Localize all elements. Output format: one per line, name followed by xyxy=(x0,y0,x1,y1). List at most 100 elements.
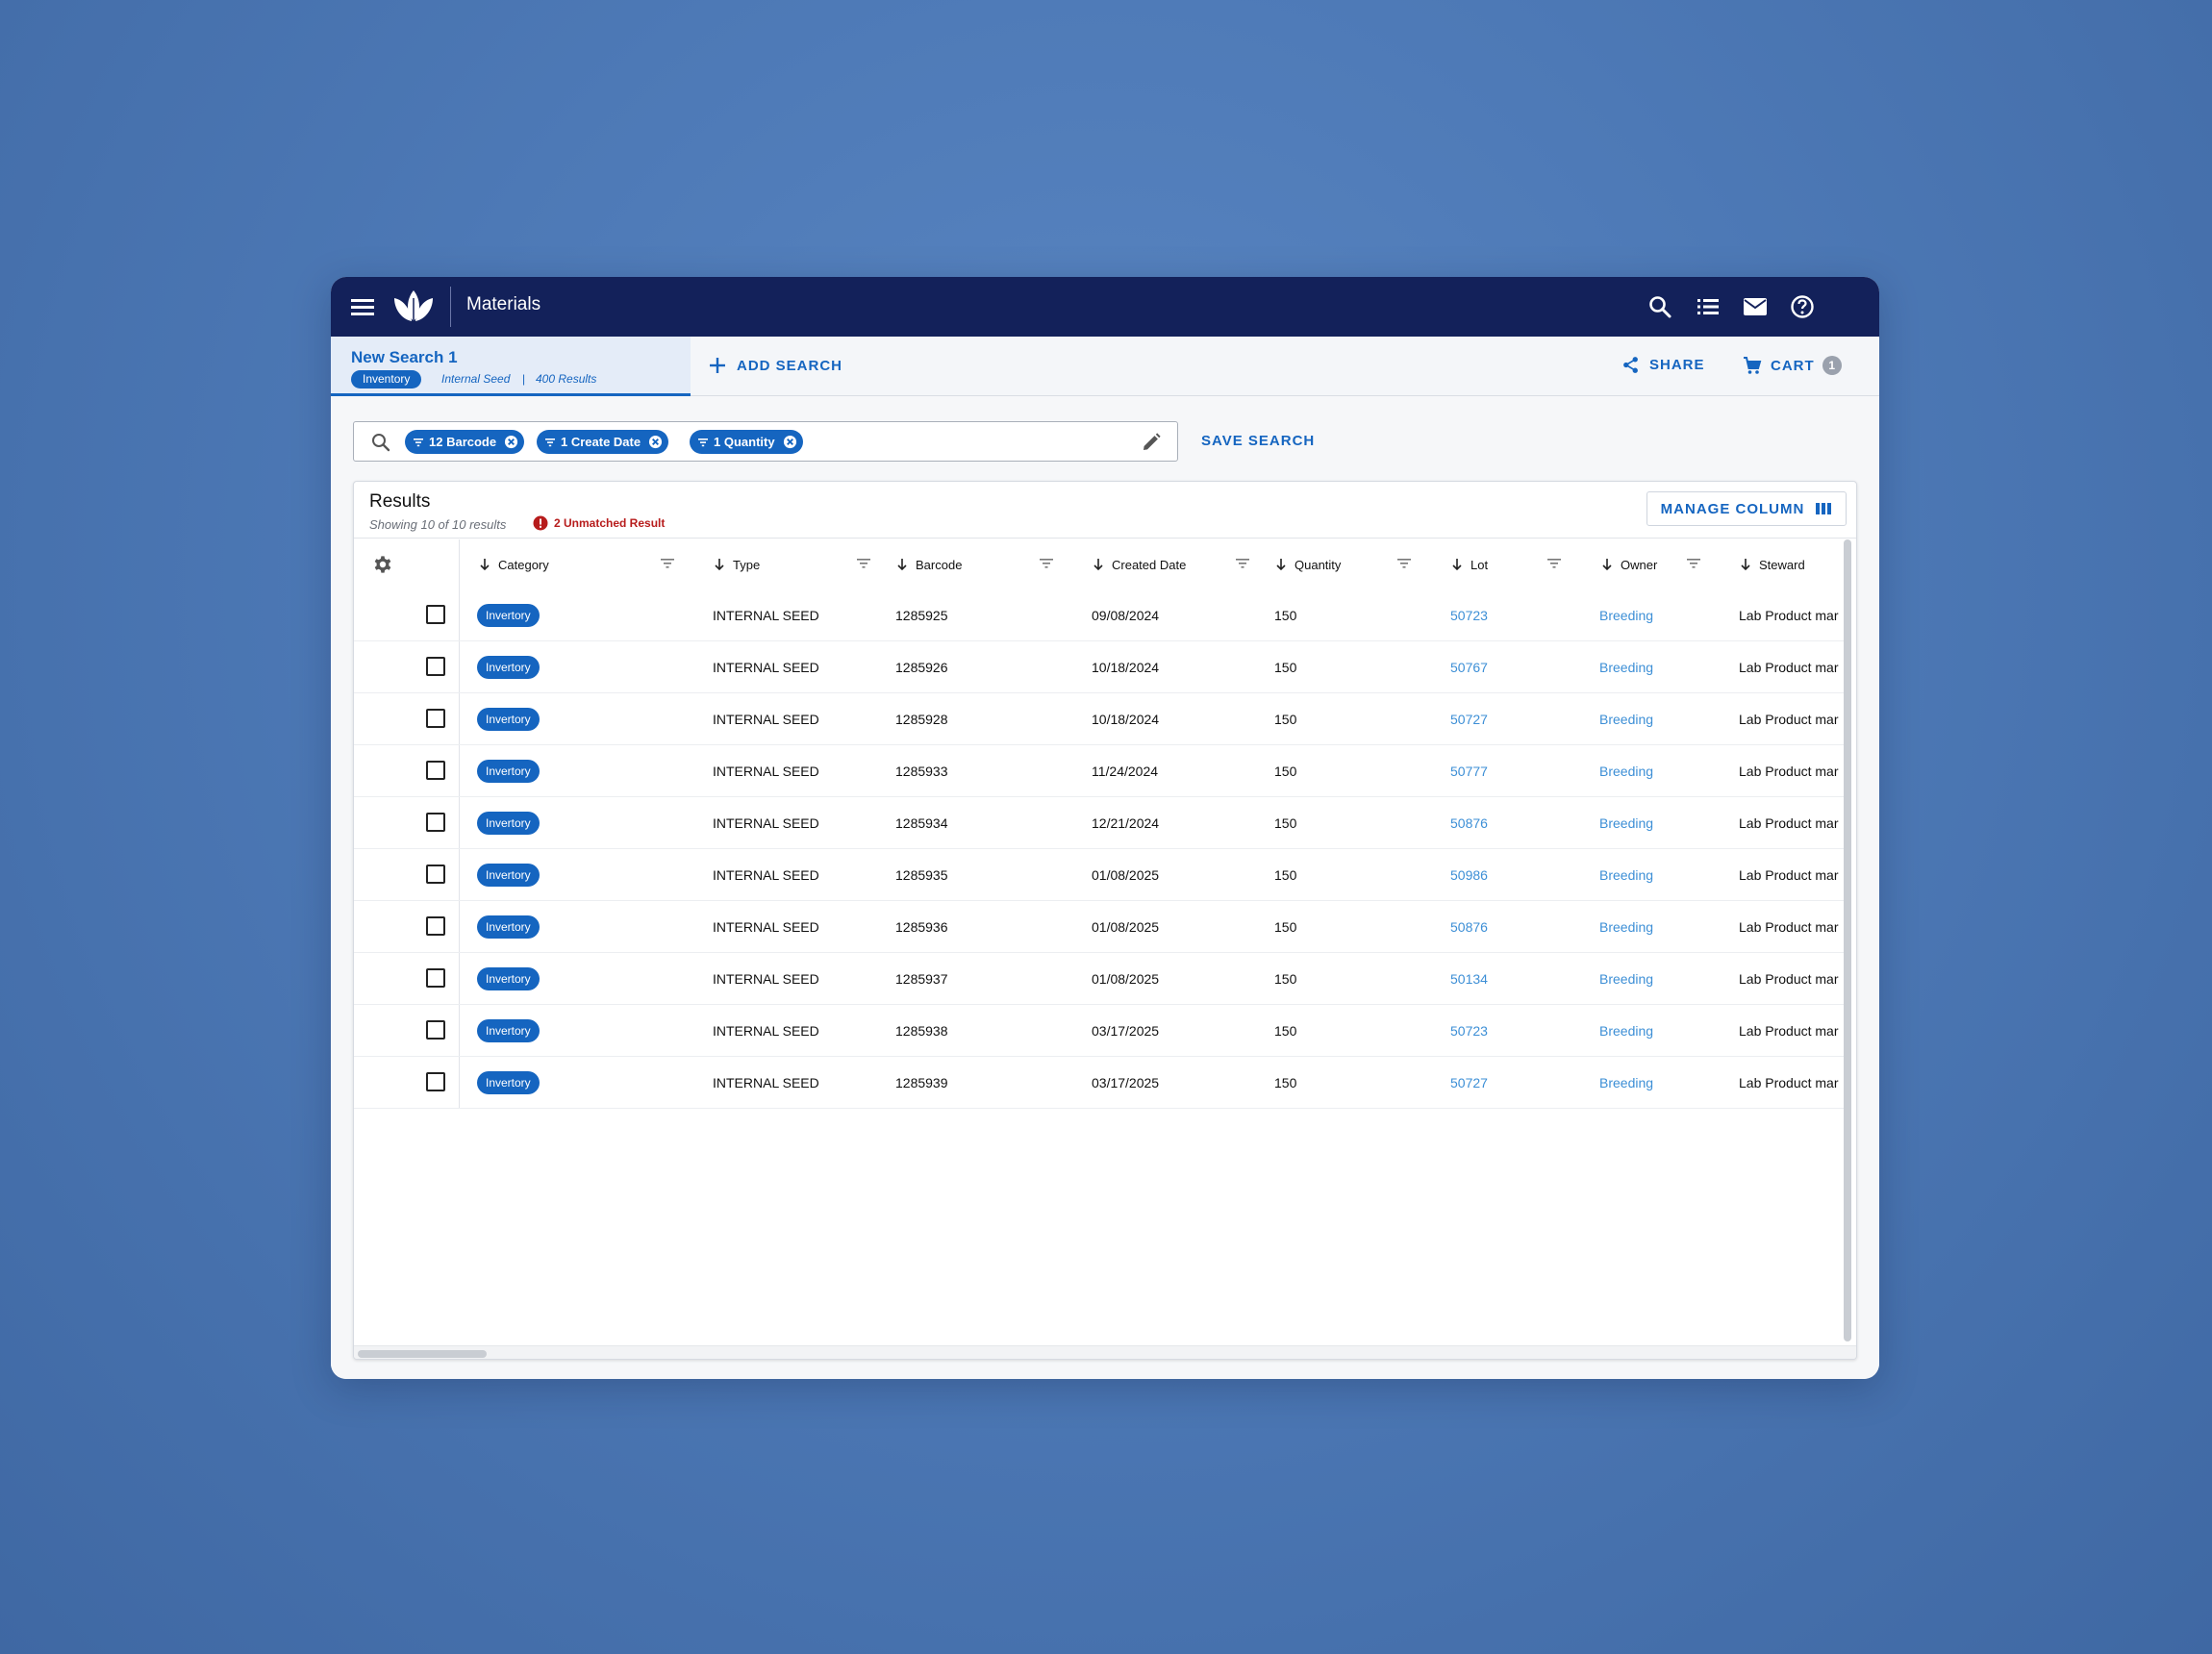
table-row[interactable]: Invertory INTERNAL SEED 1285934 12/21/20… xyxy=(354,797,1845,849)
save-search-button[interactable]: SAVE SEARCH xyxy=(1201,433,1315,449)
remove-chip-icon[interactable] xyxy=(648,435,663,449)
column-header-quantity[interactable]: Quantity xyxy=(1275,539,1410,589)
category-badge[interactable]: Invertory xyxy=(477,863,540,887)
table-row[interactable]: Invertory INTERNAL SEED 1285939 03/17/20… xyxy=(354,1057,1845,1109)
lot-link[interactable]: 50777 xyxy=(1450,745,1566,796)
owner-link[interactable]: Breeding xyxy=(1599,953,1715,1004)
lot-link[interactable]: 50723 xyxy=(1450,1005,1566,1056)
sort-arrow-icon xyxy=(1602,559,1612,571)
column-header-category[interactable]: Category xyxy=(479,539,633,589)
column-filter-icon[interactable] xyxy=(1396,557,1412,570)
category-badge[interactable]: Invertory xyxy=(477,1070,540,1094)
lot-link[interactable]: 50727 xyxy=(1450,693,1566,744)
horizontal-scrollbar[interactable] xyxy=(358,1350,487,1358)
category-cell: Invertory xyxy=(477,693,621,744)
column-header-type[interactable]: Type xyxy=(714,539,848,589)
barcode-cell: 1285936 xyxy=(895,918,948,935)
search-filter-bar[interactable]: 12 Barcode 1 Create Date 1 Quantity xyxy=(353,421,1178,462)
list-icon[interactable] xyxy=(1695,293,1722,320)
owner-link[interactable]: Breeding xyxy=(1599,641,1715,692)
table-row[interactable]: Invertory INTERNAL SEED 1285928 10/18/20… xyxy=(354,693,1845,745)
row-checkbox[interactable] xyxy=(426,916,445,936)
manage-column-button[interactable]: MANAGE COLUMN xyxy=(1646,491,1847,526)
row-checkbox[interactable] xyxy=(426,605,445,624)
owner-link[interactable]: Breeding xyxy=(1599,1005,1715,1056)
row-checkbox[interactable] xyxy=(426,657,445,676)
row-checkbox[interactable] xyxy=(426,761,445,780)
column-filter-icon[interactable] xyxy=(1039,557,1054,570)
unmatched-results-link[interactable]: 2 Unmatched Result xyxy=(533,515,665,531)
owner-link[interactable]: Breeding xyxy=(1599,901,1715,952)
menu-icon[interactable] xyxy=(348,292,377,321)
category-badge[interactable]: Invertory xyxy=(477,759,540,783)
row-checkbox[interactable] xyxy=(426,1020,445,1040)
lot-link[interactable]: 50134 xyxy=(1450,953,1566,1004)
owner-link[interactable]: Breeding xyxy=(1599,589,1715,640)
row-checkbox[interactable] xyxy=(426,813,445,832)
leaf-logo[interactable] xyxy=(392,287,435,325)
mail-icon[interactable] xyxy=(1742,293,1769,320)
category-badge[interactable]: Invertory xyxy=(477,811,540,835)
quantity-cell: 150 xyxy=(1274,763,1297,779)
category-cell: Invertory xyxy=(477,1057,621,1108)
column-header-owner[interactable]: Owner xyxy=(1601,539,1697,589)
share-button[interactable]: SHARE xyxy=(1621,356,1705,374)
edit-icon[interactable] xyxy=(1141,432,1162,453)
column-filter-icon[interactable] xyxy=(1546,557,1562,570)
gear-icon[interactable] xyxy=(371,553,394,576)
filter-chip-create-date[interactable]: 1 Create Date xyxy=(537,430,669,454)
lot-link[interactable]: 50986 xyxy=(1450,849,1566,900)
category-badge[interactable]: Invertory xyxy=(477,915,540,939)
lot-link[interactable]: 50876 xyxy=(1450,797,1566,848)
category-badge[interactable]: Invertory xyxy=(477,1018,540,1042)
table-row[interactable]: Invertory INTERNAL SEED 1285935 01/08/20… xyxy=(354,849,1845,901)
table-header-row: Category Type Barcode Created Date Quant… xyxy=(354,539,1845,589)
column-filter-icon[interactable] xyxy=(1686,557,1701,570)
column-filter-icon[interactable] xyxy=(856,557,871,570)
lot-link[interactable]: 50723 xyxy=(1450,589,1566,640)
cart-button[interactable]: CART 1 xyxy=(1743,356,1842,375)
owner-link[interactable]: Breeding xyxy=(1599,1057,1715,1108)
steward-cell: Lab Product mar xyxy=(1739,659,1839,675)
vertical-scrollbar[interactable] xyxy=(1844,539,1851,1341)
column-filter-icon[interactable] xyxy=(660,557,675,570)
owner-link[interactable]: Breeding xyxy=(1599,797,1715,848)
table-row[interactable]: Invertory INTERNAL SEED 1285933 11/24/20… xyxy=(354,745,1845,797)
owner-link[interactable]: Breeding xyxy=(1599,745,1715,796)
remove-chip-icon[interactable] xyxy=(783,435,797,449)
created-date-cell: 03/17/2025 xyxy=(1092,1074,1160,1090)
column-header-lot[interactable]: Lot xyxy=(1451,539,1547,589)
type-cell: INTERNAL SEED xyxy=(713,918,819,935)
column-header-barcode[interactable]: Barcode xyxy=(896,539,1031,589)
table-row[interactable]: Invertory INTERNAL SEED 1285937 01/08/20… xyxy=(354,953,1845,1005)
lot-link[interactable]: 50727 xyxy=(1450,1057,1566,1108)
column-header-steward[interactable]: Steward xyxy=(1740,539,1841,589)
filter-chip-barcode[interactable]: 12 Barcode xyxy=(405,430,525,454)
help-icon[interactable] xyxy=(1789,293,1816,320)
row-checkbox[interactable] xyxy=(426,865,445,884)
table-row[interactable]: Invertory INTERNAL SEED 1285936 01/08/20… xyxy=(354,901,1845,953)
lot-link[interactable]: 50876 xyxy=(1450,901,1566,952)
table-row[interactable]: Invertory INTERNAL SEED 1285926 10/18/20… xyxy=(354,641,1845,693)
table-row[interactable]: Invertory INTERNAL SEED 1285938 03/17/20… xyxy=(354,1005,1845,1057)
search-icon[interactable] xyxy=(1646,293,1673,320)
remove-chip-icon[interactable] xyxy=(504,435,518,449)
row-checkbox[interactable] xyxy=(426,1072,445,1091)
type-cell: INTERNAL SEED xyxy=(713,659,819,675)
created-date-cell: 01/08/2025 xyxy=(1092,970,1160,987)
tab-new-search-1[interactable]: New Search 1 Inventory Internal Seed | 4… xyxy=(331,337,691,396)
owner-link[interactable]: Breeding xyxy=(1599,693,1715,744)
category-badge[interactable]: Invertory xyxy=(477,655,540,679)
column-header-created-date[interactable]: Created Date xyxy=(1093,539,1227,589)
row-checkbox[interactable] xyxy=(426,709,445,728)
category-badge[interactable]: Invertory xyxy=(477,603,540,627)
row-checkbox[interactable] xyxy=(426,968,445,988)
category-badge[interactable]: Invertory xyxy=(477,966,540,990)
column-filter-icon[interactable] xyxy=(1235,557,1250,570)
add-search-button[interactable]: ADD SEARCH xyxy=(708,356,842,375)
owner-link[interactable]: Breeding xyxy=(1599,849,1715,900)
table-row[interactable]: Invertory INTERNAL SEED 1285925 09/08/20… xyxy=(354,589,1845,641)
filter-chip-quantity[interactable]: 1 Quantity xyxy=(690,430,803,454)
lot-link[interactable]: 50767 xyxy=(1450,641,1566,692)
category-badge[interactable]: Invertory xyxy=(477,707,540,731)
